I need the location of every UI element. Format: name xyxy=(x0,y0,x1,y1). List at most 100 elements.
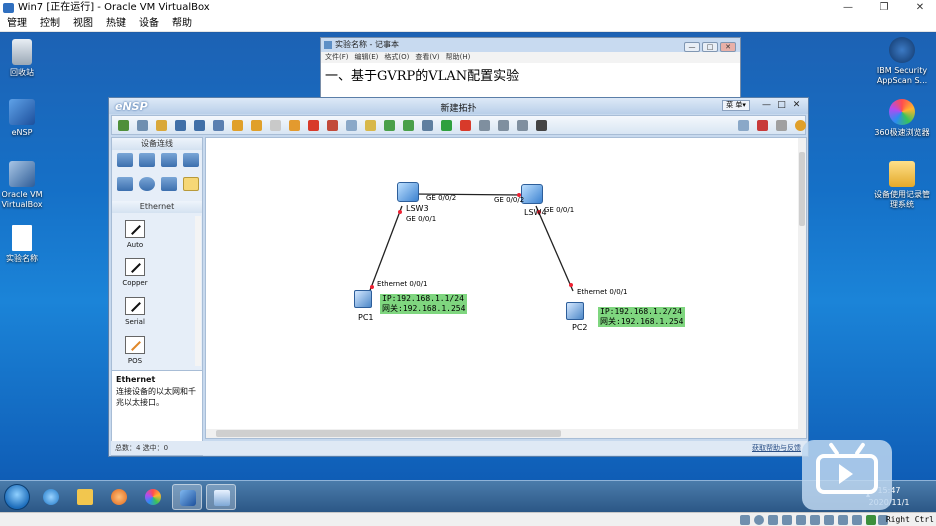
drag-icon[interactable] xyxy=(289,120,300,131)
cli-icon[interactable] xyxy=(498,120,509,131)
audio-status-icon[interactable] xyxy=(768,515,778,525)
menu-devices[interactable]: 设备 xyxy=(132,16,165,32)
minimize-button[interactable]: — xyxy=(836,0,860,16)
notepad-menu-help[interactable]: 帮助(H) xyxy=(446,53,471,61)
pc-category-icon[interactable] xyxy=(117,177,133,191)
zoom-in-icon[interactable] xyxy=(384,120,395,131)
text-icon[interactable] xyxy=(346,120,357,131)
open-icon[interactable] xyxy=(156,120,167,131)
cable-auto[interactable]: Auto xyxy=(120,220,150,249)
hdd-status-icon[interactable] xyxy=(740,515,750,525)
taskbar-ensp[interactable] xyxy=(172,484,202,510)
taskbar-explorer[interactable] xyxy=(70,484,100,510)
network-status-icon[interactable] xyxy=(782,515,792,525)
delete-link-icon[interactable] xyxy=(327,120,338,131)
palette-icon[interactable] xyxy=(365,120,376,131)
display-status-icon[interactable] xyxy=(824,515,834,525)
notepad-maximize-button[interactable]: □ xyxy=(702,42,718,52)
document-shortcut[interactable]: 实验名称 xyxy=(0,225,52,264)
shared-folders-icon[interactable] xyxy=(810,515,820,525)
menu-manage[interactable]: 管理 xyxy=(0,16,33,32)
ensp-minimize-button[interactable]: — xyxy=(759,100,774,110)
chat-icon[interactable] xyxy=(738,120,749,131)
start-device-icon[interactable] xyxy=(441,120,452,131)
save-as-icon[interactable] xyxy=(194,120,205,131)
appscan-shortcut[interactable]: IBM Security AppScan S... xyxy=(872,37,932,86)
cable-list-scrollbar[interactable] xyxy=(195,216,201,366)
menu-control[interactable]: 控制 xyxy=(33,16,66,32)
settings-icon[interactable] xyxy=(776,120,787,131)
taskbar-360-browser[interactable] xyxy=(138,484,168,510)
fit-icon[interactable] xyxy=(422,120,433,131)
browser-shortcut[interactable]: 360极速浏览器 xyxy=(872,99,932,138)
cloud-category-icon[interactable] xyxy=(139,177,155,191)
other-category-icon[interactable] xyxy=(161,177,177,191)
mouse-integration-icon[interactable] xyxy=(866,515,876,525)
maximize-button[interactable]: ❐ xyxy=(872,0,896,16)
folder-icon xyxy=(77,489,93,505)
notepad-close-button[interactable]: ✕ xyxy=(720,42,736,52)
delete-icon[interactable] xyxy=(308,120,319,131)
firewall-category-icon[interactable] xyxy=(183,153,199,167)
router-category-icon[interactable] xyxy=(117,153,133,167)
ensp-maximize-button[interactable]: □ xyxy=(774,100,789,110)
lsw4-switch-icon[interactable] xyxy=(521,184,543,204)
wlan-category-icon[interactable] xyxy=(161,153,177,167)
save-icon[interactable] xyxy=(175,120,186,131)
topology-canvas[interactable]: LSW3 LSW4 PC1 PC2 GE 0/0/2 GE 0/0/2 GE 0… xyxy=(205,137,807,439)
print-icon[interactable] xyxy=(213,120,224,131)
notepad-menu-view[interactable]: 查看(V) xyxy=(415,53,439,61)
usb-status-icon[interactable] xyxy=(796,515,806,525)
menu-view[interactable]: 视图 xyxy=(66,16,99,32)
cable-category-icon[interactable] xyxy=(183,177,199,191)
canvas-vertical-scrollbar[interactable] xyxy=(798,138,806,430)
notepad-titlebar[interactable]: 实验名称 - 记事本 — □ ✕ xyxy=(321,38,740,52)
copper-cable-icon xyxy=(125,258,145,276)
taskbar-ie[interactable] xyxy=(36,484,66,510)
ensp-titlebar[interactable]: eNSP 新建拓扑 菜 单▾ — □ ✕ xyxy=(109,98,808,114)
pc2-ip-annotation[interactable]: IP:192.168.1.2/24 网关:192.168.1.254 xyxy=(598,307,686,327)
ensp-shortcut[interactable]: eNSP xyxy=(0,99,52,138)
cable-serial[interactable]: Serial xyxy=(120,297,150,326)
screenshot-icon[interactable] xyxy=(536,120,547,131)
cpu-status-icon[interactable] xyxy=(852,515,862,525)
lsw3-switch-icon[interactable] xyxy=(397,182,419,202)
select-icon[interactable] xyxy=(270,120,281,131)
notepad-menu-format[interactable]: 格式(O) xyxy=(384,53,409,61)
close-button[interactable]: ✕ xyxy=(908,0,932,16)
switch-category-icon[interactable] xyxy=(139,153,155,167)
zoom-out-icon[interactable] xyxy=(403,120,414,131)
optical-drive-icon[interactable] xyxy=(754,515,764,525)
topology-icon[interactable] xyxy=(517,120,528,131)
stop-device-icon[interactable] xyxy=(460,120,471,131)
redo-icon[interactable] xyxy=(251,120,262,131)
recording-status-icon[interactable] xyxy=(838,515,848,525)
new-topology-icon[interactable] xyxy=(118,120,129,131)
taskbar-notepad[interactable] xyxy=(206,484,236,510)
start-button[interactable] xyxy=(4,484,30,510)
menu-hotkey[interactable]: 热键 xyxy=(99,16,132,32)
ensp-close-button[interactable]: ✕ xyxy=(789,100,804,110)
undo-icon[interactable] xyxy=(232,120,243,131)
help-icon[interactable] xyxy=(795,120,806,131)
cable-copper[interactable]: Copper xyxy=(120,258,150,287)
canvas-horizontal-scrollbar[interactable] xyxy=(206,429,806,438)
mgmt-system-shortcut[interactable]: 设备使用记录管理系统 xyxy=(872,161,932,210)
virtualbox-shortcut[interactable]: Oracle VM VirtualBox xyxy=(0,161,52,210)
capture-icon[interactable] xyxy=(479,120,490,131)
huawei-icon[interactable] xyxy=(757,120,768,131)
help-feedback-link[interactable]: 获取帮助与反馈 xyxy=(752,441,801,455)
recycle-bin-shortcut[interactable]: 回收站 xyxy=(0,39,52,78)
new-example-icon[interactable] xyxy=(137,120,148,131)
pc2-icon[interactable] xyxy=(566,302,584,320)
ensp-window[interactable]: eNSP 新建拓扑 菜 单▾ — □ ✕ 设备连线 Ethernet Auto … xyxy=(108,97,809,457)
pc1-ip-annotation[interactable]: IP:192.168.1.1/24 网关:192.168.1.254 xyxy=(380,294,468,314)
pc1-icon[interactable] xyxy=(354,290,372,308)
cable-pos[interactable]: POS xyxy=(120,336,150,365)
ensp-menu-button[interactable]: 菜 单▾ xyxy=(722,100,750,111)
notepad-menu-file[interactable]: 文件(F) xyxy=(325,53,349,61)
notepad-menu-edit[interactable]: 编辑(E) xyxy=(355,53,379,61)
notepad-minimize-button[interactable]: — xyxy=(684,42,700,52)
taskbar-media[interactable] xyxy=(104,484,134,510)
menu-help[interactable]: 帮助 xyxy=(165,16,198,32)
